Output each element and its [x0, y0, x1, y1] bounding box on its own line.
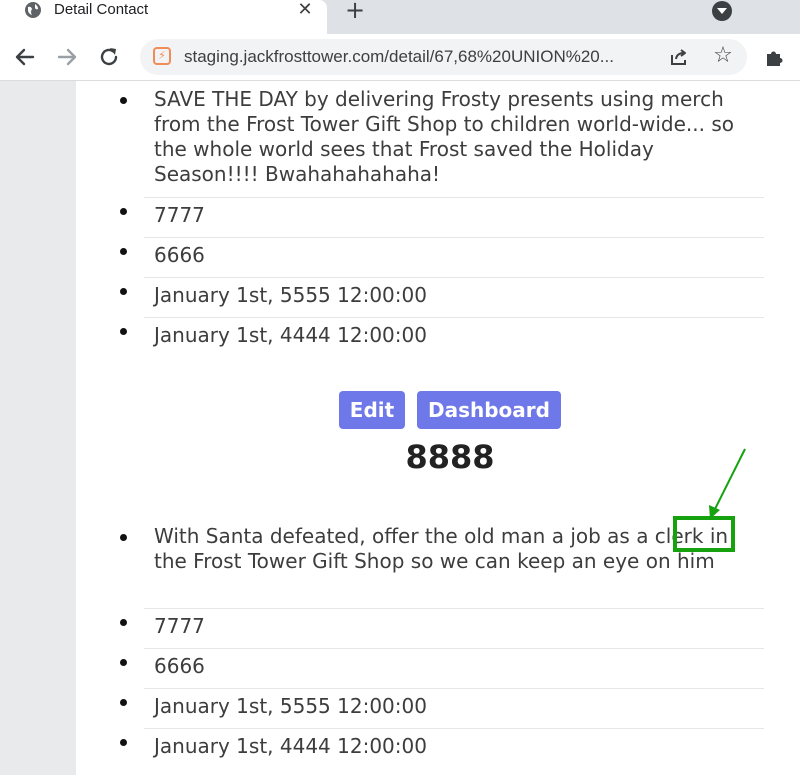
share-icon[interactable]: [669, 47, 689, 67]
list-item: With Santa defeated, offer the old man a…: [120, 524, 764, 609]
close-icon[interactable]: ✕: [296, 0, 314, 20]
list-item: January 1st, 5555 12:00:00: [120, 278, 764, 318]
bullet: [120, 619, 127, 626]
edit-button[interactable]: Edit: [339, 391, 405, 429]
annotation-arrow-icon: [709, 448, 746, 519]
list-item: 7777: [120, 609, 764, 649]
list-item: January 1st, 4444 12:00:00: [120, 318, 764, 357]
browser-toolbar: ⚡ staging.jackfrosttower.com/detail/67,6…: [0, 34, 800, 81]
list-item: 7777: [120, 198, 764, 238]
record-heading: 8888: [405, 438, 495, 476]
back-arrow-icon[interactable]: [12, 44, 38, 70]
url-text[interactable]: staging.jackfrosttower.com/detail/67,68%…: [184, 46, 614, 68]
forward-arrow-icon[interactable]: [54, 44, 80, 70]
clerk-highlight-box: [673, 516, 735, 552]
reload-icon[interactable]: [96, 44, 122, 70]
tab-title: Detail Contact: [54, 1, 149, 18]
address-bar[interactable]: ⚡ staging.jackfrosttower.com/detail/67,6…: [140, 39, 747, 75]
site-info-icon[interactable]: ⚡: [153, 47, 171, 65]
bullet: [120, 97, 127, 104]
bullet: [120, 659, 127, 666]
tab-strip: Detail Contact ✕ +: [0, 0, 800, 34]
bullet: [120, 739, 127, 746]
page-gutter: [0, 81, 76, 775]
bullet: [120, 699, 127, 706]
browser-tab[interactable]: Detail Contact ✕: [0, 0, 327, 34]
bullet: [120, 208, 127, 215]
plus-icon[interactable]: +: [343, 0, 367, 22]
list-item: 6666: [120, 238, 764, 278]
tab-search-icon[interactable]: [712, 1, 732, 21]
list-item: January 1st, 4444 12:00:00: [120, 729, 764, 768]
dashboard-button[interactable]: Dashboard: [417, 391, 561, 429]
list-item: 6666: [120, 649, 764, 689]
bullet: [120, 328, 127, 335]
list-item: January 1st, 5555 12:00:00: [120, 689, 764, 729]
page-content: SAVE THE DAY by delivering Frosty presen…: [76, 81, 800, 775]
globe-icon: [24, 1, 42, 19]
bullet: [120, 534, 127, 541]
bullet: [120, 248, 127, 255]
bullet: [120, 288, 127, 295]
list-item: SAVE THE DAY by delivering Frosty presen…: [120, 87, 764, 198]
puzzle-icon[interactable]: [764, 46, 786, 68]
star-icon[interactable]: ☆: [712, 45, 734, 67]
